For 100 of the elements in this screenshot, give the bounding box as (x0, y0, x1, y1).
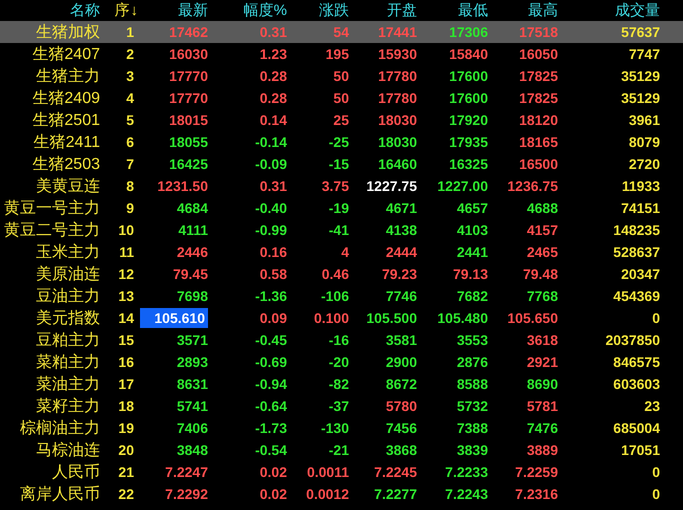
instrument-name: 美原油连 (36, 266, 100, 282)
table-cell: 4157 (526, 222, 558, 238)
row-number: 7 (126, 156, 134, 172)
instrument-name: 菜籽主力 (36, 398, 100, 414)
volume-cell: 528637 (613, 244, 660, 260)
table-cell: 0.0011 (306, 464, 349, 480)
table-row[interactable]: 豆油主力 13 7698 -1.36 -106 7746 7682 7768 454369 (0, 285, 683, 307)
table-cell: 0.28 (260, 68, 287, 84)
table-cell: 1.23 (260, 46, 287, 62)
table-cell: -0.54 (255, 442, 287, 458)
instrument-name: 玉米主力 (36, 244, 100, 260)
table-cell: 7.2243 (445, 486, 488, 502)
column-header[interactable]: 涨跌 (319, 2, 349, 19)
instrument-name: 菜油主力 (36, 376, 100, 392)
table-row[interactable]: 生猪2407 2 16030 1.23 195 15930 15840 16050 7747 (0, 43, 683, 65)
instrument-name: 生猪加权 (36, 24, 100, 40)
row-number: 21 (118, 464, 134, 480)
column-header[interactable]: 最新 (178, 2, 208, 19)
table-row[interactable]: 生猪主力 3 17770 0.28 50 17780 17600 17825 35129 (0, 65, 683, 87)
table-row[interactable]: 棕榈油主力 19 7406 -1.73 -130 7456 7388 7476 685004 (0, 417, 683, 439)
instrument-name: 棕榈油主力 (20, 420, 100, 436)
table-row[interactable]: 生猪2503 7 16425 -0.09 -15 16460 16325 16500 2720 (0, 153, 683, 175)
table-cell: 2444 (386, 244, 417, 260)
table-row[interactable]: 生猪2501 5 18015 0.14 25 18030 17920 18120 3961 (0, 109, 683, 131)
table-row[interactable]: 美黄豆连 8 1231.50 0.31 3.75 1227.75 1227.00 1236.75 11933 (0, 175, 683, 197)
table-cell: 17462 (169, 24, 208, 40)
table-cell: 0.09 (260, 310, 287, 326)
table-cell: 4684 (176, 200, 208, 216)
instrument-name: 豆粕主力 (36, 332, 100, 348)
table-cell: 4111 (178, 222, 208, 238)
table-cell: 4671 (386, 200, 417, 216)
table-row[interactable]: 黄豆二号主力 10 4111 -0.99 -41 4138 4103 4157 148235 (0, 219, 683, 241)
table-cell: 7456 (386, 420, 417, 436)
table-cell: 3868 (386, 442, 417, 458)
table-cell: -15 (328, 156, 349, 172)
table-cell: 7.2245 (374, 464, 417, 480)
table-cell: 7.2247 (165, 464, 208, 480)
volume-cell: 0 (652, 486, 660, 502)
column-header[interactable]: 序 (114, 2, 130, 19)
instrument-name: 生猪2411 (34, 134, 100, 150)
table-row[interactable]: 菜粕主力 16 2893 -0.69 -20 2900 2876 2921 846575 (0, 351, 683, 373)
table-cell: 50 (333, 90, 349, 106)
table-cell: -0.45 (255, 332, 287, 348)
table-row[interactable]: 美原油连 12 79.45 0.58 0.46 79.23 79.13 79.48 20347 (0, 263, 683, 285)
table-row[interactable]: 菜油主力 17 8631 -0.94 -82 8672 8588 8690 603603 (0, 373, 683, 395)
table-row[interactable]: 黄豆一号主力 9 4684 -0.40 -19 4671 4657 4688 74151 (0, 197, 683, 219)
table-cell: -0.14 (255, 134, 287, 150)
instrument-name: 生猪2409 (32, 90, 100, 106)
table-cell: 4688 (526, 200, 558, 216)
volume-cell: 74151 (621, 200, 660, 216)
table-cell: 3.75 (322, 178, 349, 194)
table-cell: 7682 (456, 288, 488, 304)
column-header[interactable]: 幅度% (244, 2, 287, 19)
row-number: 4 (126, 90, 134, 106)
table-cell: 1227.00 (437, 178, 488, 194)
table-cell: 7388 (456, 420, 488, 436)
column-header[interactable]: 名称 (70, 2, 100, 19)
column-header[interactable]: 开盘 (387, 2, 417, 19)
table-cell: 105.610 (140, 308, 208, 328)
table-cell: 17770 (169, 90, 208, 106)
table-row[interactable]: 美元指数 14 105.610 0.09 0.100 105.500 105.480 105.650 0 (0, 307, 683, 329)
table-row[interactable]: 生猪2409 4 17770 0.28 50 17780 17600 17825 35129 (0, 87, 683, 109)
table-cell: 7.2259 (515, 464, 558, 480)
instrument-name: 马棕油连 (36, 442, 100, 458)
table-cell: 2876 (456, 354, 488, 370)
volume-cell: 454369 (613, 288, 660, 304)
table-cell: 79.13 (452, 266, 488, 282)
column-header[interactable]: 成交量 (615, 2, 660, 19)
volume-cell: 11933 (622, 178, 660, 194)
table-cell: 7698 (176, 288, 208, 304)
table-cell: 16425 (169, 156, 208, 172)
table-row[interactable]: 人民币 21 7.2247 0.02 0.0011 7.2245 7.2233 7.2259 0 (0, 461, 683, 483)
table-cell: 17825 (519, 90, 558, 106)
table-row[interactable]: 豆粕主力 15 3571 -0.45 -16 3581 3553 3618 2037850 (0, 329, 683, 351)
table-cell: 7476 (526, 420, 558, 436)
column-header[interactable]: 最高 (528, 2, 558, 19)
table-row[interactable]: 生猪加权 1 17462 0.31 54 17441 17306 17518 57637 (0, 21, 683, 43)
table-cell: 17920 (449, 112, 488, 128)
table-cell: -0.64 (255, 398, 287, 414)
table-cell: 7746 (386, 288, 417, 304)
table-cell: 17780 (378, 68, 417, 84)
table-cell: 0.100 (314, 310, 349, 326)
table-cell: -0.09 (255, 156, 287, 172)
table-cell: 5780 (386, 398, 417, 414)
column-header[interactable]: 最低 (458, 2, 488, 19)
table-cell: 2900 (386, 354, 417, 370)
table-cell: 3571 (176, 332, 208, 348)
table-row[interactable]: 离岸人民币 22 7.2292 0.02 0.0012 7.2277 7.2243 7.2316 0 (0, 483, 683, 505)
table-cell: 17770 (169, 68, 208, 84)
table-row[interactable]: 菜籽主力 18 5741 -0.64 -37 5780 5732 5781 23 (0, 395, 683, 417)
volume-cell: 685004 (613, 420, 660, 436)
table-cell: 54 (333, 24, 349, 40)
table-row[interactable]: 玉米主力 11 2446 0.16 4 2444 2441 2465 528637 (0, 241, 683, 263)
table-cell: -0.69 (255, 354, 287, 370)
table-cell: 18015 (169, 112, 208, 128)
table-row[interactable]: 马棕油连 20 3848 -0.54 -21 3868 3839 3889 17051 (0, 439, 683, 461)
table-cell: 16325 (449, 156, 488, 172)
table-row[interactable]: 生猪2411 6 18055 -0.14 -25 18030 17935 18165 8079 (0, 131, 683, 153)
table-cell: 0.16 (260, 244, 287, 260)
table-cell: 7406 (176, 420, 208, 436)
